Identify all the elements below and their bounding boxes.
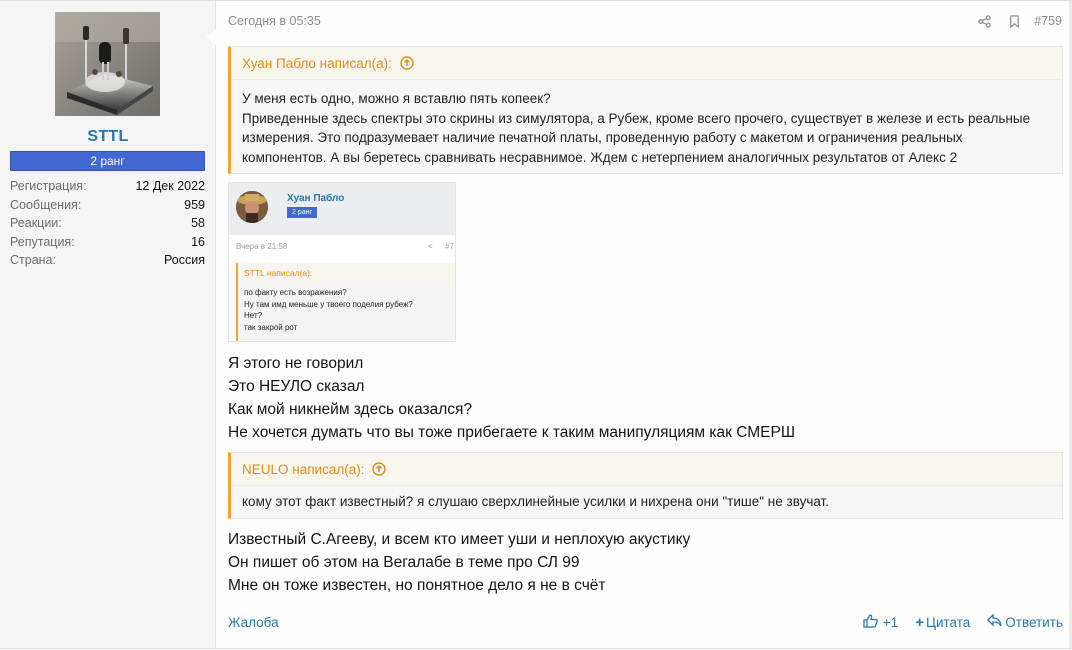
stat-label: Сообщения: <box>10 197 82 212</box>
quote-line: измерения. Это подразумевает наличие печ… <box>242 130 963 145</box>
embed-date: Вчера в 21:58 <box>236 242 288 251</box>
quote-author[interactable]: Хуан Пабло написал(а): <box>242 56 392 71</box>
stat-label: Репутация: <box>10 234 75 249</box>
user-stat-row: Страна: Россия <box>10 253 205 272</box>
post-text-1: Я этого не говорил Это НЕУЛО сказал Как мо… <box>228 352 795 444</box>
post-arrow-notch <box>206 29 216 45</box>
quote-header-2[interactable]: NEULO написал(а): <box>231 453 1062 486</box>
bookmark-icon[interactable] <box>1000 12 1028 30</box>
user-stat-row: Сообщения: 959 <box>10 198 205 217</box>
stat-value: 959 <box>184 197 205 212</box>
user-avatar[interactable] <box>55 12 160 116</box>
post-text-line: Как мой никнейм здесь оказался? <box>228 401 473 418</box>
stat-value: 16 <box>191 234 205 249</box>
quote-body-2: кому этот факт известный? я слушаю сверх… <box>231 486 1062 512</box>
embed-quote-body: по факту есть возражения? Ну там имд мень… <box>238 283 455 337</box>
quote-line: компонентов. А вы беретесь сравнивать не… <box>242 149 958 165</box>
like-count[interactable]: +1 <box>883 615 898 630</box>
stat-label: Реакции: <box>10 216 62 230</box>
quote-line: Приведенные здесь спектры это скрины из … <box>242 110 1031 126</box>
stat-value: 58 <box>191 216 205 230</box>
reply-button[interactable]: Ответить <box>987 613 1063 630</box>
post-footer: Жалоба +1 + Цитата Ответить <box>228 612 1063 632</box>
embed-quote-line: так закрой рот <box>244 322 298 332</box>
embed-post-number: #7 <box>445 242 454 251</box>
post-number[interactable]: #759 <box>1034 14 1062 28</box>
embedded-screenshot[interactable]: Хуан Пабло 2 ранг Вчера в 21:58 < #7 STT… <box>228 182 456 342</box>
user-stat-row: Регистрация: 12 Дек 2022 <box>10 179 205 198</box>
quote-button[interactable]: + Цитата <box>915 614 970 631</box>
quote-button-label: Цитата <box>925 614 971 630</box>
user-info-panel: STTL 2 ранг Регистрация: 12 Дек 2022 Сообщ… <box>0 1 216 648</box>
thumbs-up-icon <box>863 613 878 631</box>
like-button[interactable]: +1 <box>863 613 898 631</box>
forum-post: STTL 2 ранг Регистрация: 12 Дек 2022 Сообщ… <box>0 0 1072 650</box>
embed-rank-badge: 2 ранг <box>287 207 317 218</box>
reply-button-label: Ответить <box>1005 614 1063 630</box>
post-content: Сегодня в 05:35 #759 Хуан Пабло написал(… <box>217 1 1072 648</box>
stat-value: 12 Дек 2022 <box>135 179 205 193</box>
post-text-line: Известный С.Агееву, и всем кто имеет уши… <box>228 531 691 548</box>
user-stat-row: Реакции: 58 <box>10 216 205 235</box>
user-rank-badge: 2 ранг <box>10 151 205 171</box>
stat-label: Страна: <box>10 253 56 267</box>
post-actions: #759 <box>970 12 1062 30</box>
user-stat-row: Репутация: 16 <box>10 235 205 254</box>
user-stats: Регистрация: 12 Дек 2022 Сообщения: 959 Реак… <box>10 179 205 272</box>
post-text-line: Это НЕУЛО сказал <box>228 378 365 395</box>
arrow-up-circle-icon[interactable] <box>372 462 387 476</box>
post-date[interactable]: Сегодня в 05:35 <box>228 14 321 28</box>
post-text-2: Известный С.Агееву, и всем кто имеет уши… <box>228 528 690 597</box>
stat-value: Россия <box>164 253 205 267</box>
embed-quote-author: STTL написал(а): <box>238 263 455 283</box>
embed-username: Хуан Пабло <box>287 193 345 204</box>
arrow-up-circle-icon[interactable] <box>400 56 414 70</box>
report-link[interactable]: Жалоба <box>228 615 279 630</box>
quote-author-2[interactable]: NEULO написал(а): <box>242 462 364 477</box>
quote-block-2: NEULO написал(а): кому этот факт известн… <box>228 452 1063 519</box>
post-text-line: Он пишет об этом на Вегалабе в теме про … <box>228 554 580 571</box>
embed-avatar <box>236 191 268 223</box>
post-footer-actions: +1 + Цитата Ответить <box>863 613 1063 631</box>
embed-quote: STTL написал(а): по факту есть возражени… <box>236 263 455 341</box>
quote-body: У меня есть одно, можно я вставлю пять к… <box>231 80 1062 167</box>
share-icon[interactable] <box>970 12 998 30</box>
stat-label: Регистрация: <box>10 179 87 193</box>
username[interactable]: STTL <box>0 128 216 146</box>
quote-header[interactable]: Хуан Пабло написал(а): <box>231 47 1062 80</box>
quote-line: кому этот факт известный? я слушаю сверх… <box>242 494 829 509</box>
reply-icon <box>987 613 1002 630</box>
embed-share-icon: < <box>428 242 433 251</box>
post-text-line: Я этого не говорил <box>228 355 364 372</box>
embed-quote-line: по факту есть возражения? <box>244 288 347 297</box>
quote-block: Хуан Пабло написал(а): У меня есть одно,… <box>228 46 1063 174</box>
embed-quote-line: Ну там имд меньше у твоего поделия рубеж… <box>244 299 413 309</box>
post-text-line: Не хочется думать что вы тоже прибегаете… <box>228 424 796 441</box>
embed-quote-line: Нет? <box>244 311 263 320</box>
post-text-line: Мне он тоже известен, но понятное дело я… <box>228 577 606 594</box>
plus-icon: + <box>915 613 924 631</box>
quote-line: У меня есть одно, можно я вставлю пять к… <box>242 91 551 106</box>
